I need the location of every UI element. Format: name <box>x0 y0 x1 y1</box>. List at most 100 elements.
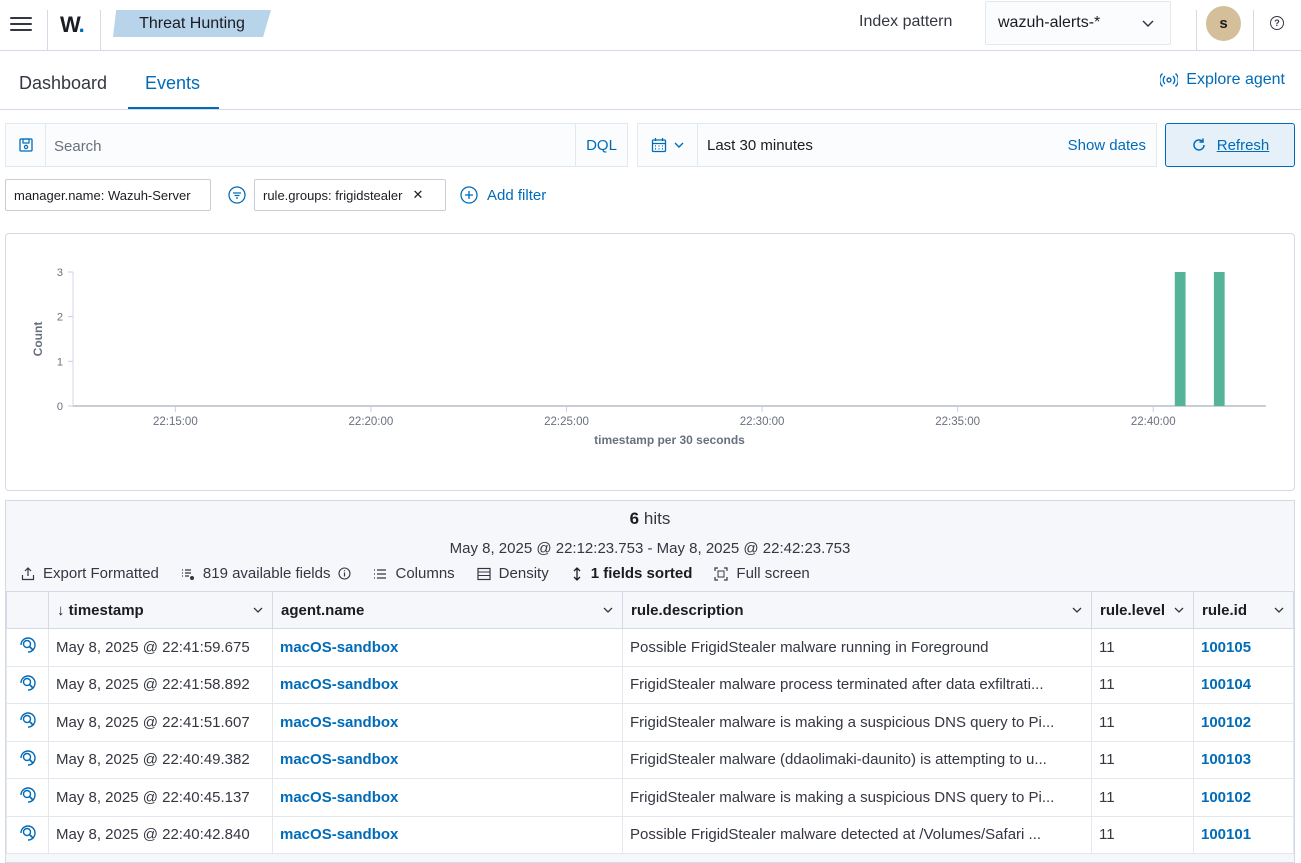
cell-rule-id-link[interactable]: 100104 <box>1193 665 1294 704</box>
help-icon[interactable]: ? <box>1270 16 1284 30</box>
divider <box>1196 10 1197 50</box>
chevron-down-icon[interactable] <box>1173 604 1185 616</box>
table-row[interactable]: May 8, 2025 @ 22:40:42.840 macOS-sandbox P… <box>6 815 1294 854</box>
column-label: timestamp <box>68 601 144 619</box>
cell-rule-id-link[interactable]: 100102 <box>1193 778 1294 817</box>
inspect-icon <box>19 712 37 733</box>
inspect-document-button[interactable] <box>6 665 49 704</box>
filter-pill-label: manager.name: Wazuh-Server <box>14 187 191 203</box>
histogram-bar[interactable] <box>1174 272 1186 406</box>
chevron-down-icon[interactable] <box>252 604 264 616</box>
inspect-column-header <box>6 591 49 629</box>
fullscreen-icon <box>714 566 729 581</box>
index-pattern-select[interactable]: wazuh-alerts-* <box>985 1 1171 45</box>
cell-timestamp: May 8, 2025 @ 22:41:59.675 <box>48 628 273 667</box>
cell-timestamp: May 8, 2025 @ 22:40:45.137 <box>48 778 273 817</box>
cell-rule-id-link[interactable]: 100102 <box>1193 703 1294 742</box>
cell-agent-name-link[interactable]: macOS-sandbox <box>272 628 623 667</box>
fields-sorted-label: 1 fields sorted <box>590 565 693 582</box>
x-axis-label: timestamp per 30 seconds <box>594 433 745 447</box>
cell-timestamp: May 8, 2025 @ 22:41:51.607 <box>48 703 273 742</box>
table-row[interactable]: May 8, 2025 @ 22:40:45.137 macOS-sandbox F… <box>6 778 1294 817</box>
table-row[interactable]: May 8, 2025 @ 22:41:51.607 macOS-sandbox F… <box>6 703 1294 742</box>
explore-agent-button[interactable]: Explore agent <box>1160 71 1285 89</box>
refresh-button[interactable]: Refresh <box>1165 123 1295 167</box>
divider <box>47 10 48 50</box>
y-tick-label: 1 <box>57 356 63 368</box>
saved-query-button[interactable] <box>6 124 46 166</box>
histogram-chart[interactable]: 0 1 2 3 22:15:00 22:20:00 22:25:00 22:30:00 22:3… <box>6 234 1294 490</box>
density-label: Density <box>498 565 549 582</box>
columns-label: Columns <box>395 565 455 582</box>
column-header-timestamp[interactable]: ↓ timestamp <box>48 591 273 629</box>
add-filter-button[interactable]: Add filter <box>460 186 546 204</box>
inspect-document-button[interactable] <box>6 628 49 667</box>
fields-sorted-button[interactable]: 1 fields sorted <box>571 565 693 582</box>
search-input[interactable]: Search <box>54 138 102 155</box>
index-pattern-label: Index pattern <box>859 13 953 30</box>
user-avatar[interactable]: s <box>1206 6 1241 41</box>
inspect-document-button[interactable] <box>6 778 49 817</box>
show-dates-link[interactable]: Show dates <box>1068 137 1146 154</box>
chevron-down-icon[interactable] <box>1071 604 1083 616</box>
cell-agent-name-link[interactable]: macOS-sandbox <box>272 703 623 742</box>
cell-rule-id-link[interactable]: 100105 <box>1193 628 1294 667</box>
breadcrumb-threat-hunting[interactable]: Threat Hunting <box>113 10 271 37</box>
cell-agent-name-link[interactable]: macOS-sandbox <box>272 740 623 779</box>
chevron-down-icon[interactable] <box>1273 604 1285 616</box>
cell-timestamp: May 8, 2025 @ 22:41:58.892 <box>48 665 273 704</box>
menu-icon[interactable] <box>10 14 32 32</box>
available-fields-label: 819 available fields <box>202 565 331 582</box>
cell-agent-name-link[interactable]: macOS-sandbox <box>272 815 623 854</box>
filter-options-icon[interactable] <box>228 186 246 207</box>
filter-pill-rule-groups[interactable]: rule.groups: frigidstealer ✕ <box>254 179 446 211</box>
filter-pill-manager[interactable]: manager.name: Wazuh-Server <box>5 179 211 211</box>
cell-rule-level: 11 <box>1091 815 1194 854</box>
cell-rule-description: Possible FrigidStealer malware running i… <box>622 628 1092 667</box>
cell-rule-id-link[interactable]: 100101 <box>1193 815 1294 854</box>
time-range-value[interactable]: Last 30 minutes <box>707 137 813 154</box>
export-formatted-button[interactable]: Export Formatted <box>21 565 159 582</box>
cell-agent-name-link[interactable]: macOS-sandbox <box>272 778 623 817</box>
time-picker: Last 30 minutes Show dates <box>637 123 1157 167</box>
cell-agent-name-link[interactable]: macOS-sandbox <box>272 665 623 704</box>
column-label: agent.name <box>281 601 365 619</box>
inspect-document-button[interactable] <box>6 815 49 854</box>
cell-rule-id-link[interactable]: 100103 <box>1193 740 1294 779</box>
column-header-rule-description[interactable]: rule.description <box>622 591 1092 629</box>
plus-circle-icon <box>460 186 478 204</box>
density-button[interactable]: Density <box>477 565 549 582</box>
histogram-panel: 0 1 2 3 22:15:00 22:20:00 22:25:00 22:30:00 22:3… <box>5 233 1295 491</box>
quick-date-button[interactable] <box>638 124 698 166</box>
query-bar: Search DQL <box>5 123 628 167</box>
histogram-bar[interactable] <box>1213 272 1225 406</box>
column-header-rule-id[interactable]: rule.id <box>1193 591 1294 629</box>
wazuh-logo[interactable]: W. <box>60 12 85 38</box>
table-row[interactable]: May 8, 2025 @ 22:40:49.382 macOS-sandbox F… <box>6 740 1294 779</box>
column-label: rule.id <box>1202 601 1248 619</box>
top-bar: W. Threat Hunting Index pattern wazuh-al… <box>0 0 1301 51</box>
chevron-down-icon[interactable] <box>602 604 614 616</box>
dql-language-button[interactable]: DQL <box>575 124 627 166</box>
inspect-document-button[interactable] <box>6 703 49 742</box>
refresh-label: Refresh <box>1216 136 1270 154</box>
export-icon <box>21 566 35 580</box>
columns-button[interactable]: Columns <box>373 565 455 582</box>
list-icon <box>374 568 387 579</box>
cell-timestamp: May 8, 2025 @ 22:40:49.382 <box>48 740 273 779</box>
cell-rule-description: Possible FrigidStealer malware detected … <box>622 815 1092 854</box>
available-fields-button[interactable]: 819 available fields <box>181 565 352 582</box>
table-row[interactable]: May 8, 2025 @ 22:41:59.675 macOS-sandbox P… <box>6 628 1294 667</box>
inspect-icon <box>19 637 37 658</box>
tab-events[interactable]: Events <box>145 73 200 94</box>
inspect-document-button[interactable] <box>6 740 49 779</box>
events-table: ↓ timestamp agent.name rule.description … <box>6 591 1294 854</box>
inspect-icon <box>19 787 37 808</box>
full-screen-button[interactable]: Full screen <box>714 565 810 582</box>
table-row[interactable]: May 8, 2025 @ 22:41:58.892 macOS-sandbox F… <box>6 665 1294 704</box>
column-header-rule-level[interactable]: rule.level <box>1091 591 1194 629</box>
close-icon[interactable]: ✕ <box>412 187 423 203</box>
column-header-agent-name[interactable]: agent.name <box>272 591 623 629</box>
tab-dashboard[interactable]: Dashboard <box>19 73 107 94</box>
sort-desc-icon[interactable]: ↓ <box>57 602 65 619</box>
